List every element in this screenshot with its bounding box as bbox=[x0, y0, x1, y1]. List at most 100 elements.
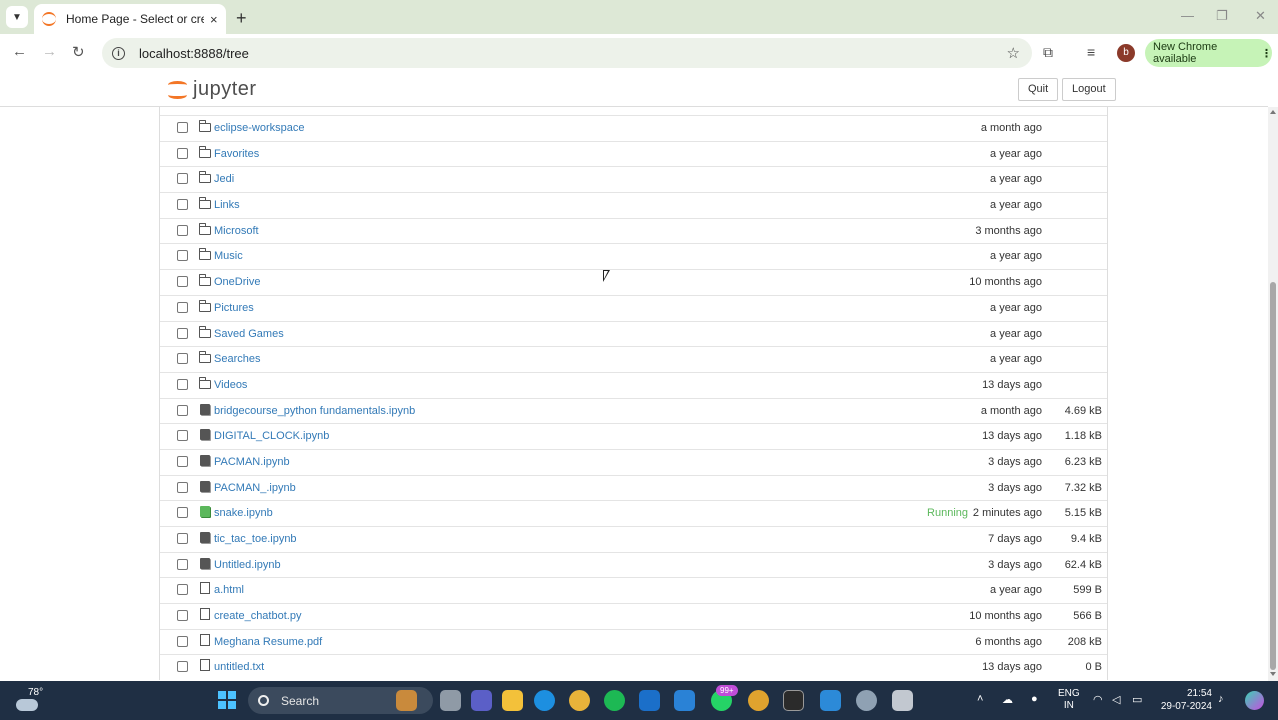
file-row[interactable]: Untitled.ipynb 3 days ago 62.4 kB bbox=[160, 551, 1107, 578]
file-row[interactable]: Meghana Resume.pdf 6 months ago 208 kB bbox=[160, 628, 1107, 655]
tab-search-button[interactable]: ▼ bbox=[6, 6, 28, 28]
select-checkbox[interactable] bbox=[177, 455, 188, 467]
logout-button[interactable]: Logout bbox=[1062, 78, 1116, 101]
file-name-link[interactable]: Jedi bbox=[214, 173, 234, 185]
page-scrollbar[interactable] bbox=[1268, 107, 1278, 681]
file-row[interactable]: Searches a year ago bbox=[160, 346, 1107, 372]
select-checkbox[interactable] bbox=[177, 661, 188, 673]
select-checkbox[interactable] bbox=[177, 584, 188, 596]
teams-icon[interactable] bbox=[471, 690, 492, 711]
file-row[interactable]: bridgecourse_python fundamentals.ipynb a … bbox=[160, 397, 1107, 424]
extensions-puzzle-icon[interactable]: ⧉ bbox=[1043, 44, 1053, 61]
select-checkbox[interactable] bbox=[177, 147, 188, 159]
file-name-link[interactable]: untitled.txt bbox=[214, 661, 264, 673]
file-name-link[interactable]: PACMAN_.ipynb bbox=[214, 482, 296, 494]
active-tab[interactable]: Home Page - Select or create a × bbox=[34, 4, 226, 34]
vscode-icon[interactable] bbox=[820, 690, 841, 711]
file-row[interactable]: snake.ipynb Running 2 minutes ago 5.15 kB bbox=[160, 500, 1107, 526]
tab-close-icon[interactable]: × bbox=[210, 12, 218, 27]
site-info-icon[interactable]: i bbox=[112, 46, 125, 60]
select-checkbox[interactable] bbox=[177, 199, 188, 211]
microphone-icon[interactable]: ● bbox=[1031, 693, 1038, 705]
file-row[interactable]: untitled.txt 13 days ago 0 B bbox=[160, 654, 1107, 680]
profile-avatar[interactable]: b bbox=[1117, 44, 1135, 62]
select-checkbox[interactable] bbox=[177, 353, 188, 365]
file-name-link[interactable]: Videos bbox=[214, 379, 247, 391]
file-row[interactable]: Music a year ago bbox=[160, 243, 1107, 269]
bookmark-star-icon[interactable]: ☆ bbox=[1007, 44, 1020, 62]
chrome-update-button[interactable]: New Chrome available ⋮ bbox=[1145, 39, 1272, 67]
forward-arrow-icon[interactable]: → bbox=[42, 43, 57, 60]
copilot-icon[interactable] bbox=[1245, 691, 1264, 710]
select-checkbox[interactable] bbox=[177, 558, 188, 570]
file-name-link[interactable]: bridgecourse_python fundamentals.ipynb bbox=[214, 405, 415, 417]
volume-icon[interactable]: ◁ bbox=[1112, 693, 1120, 706]
file-row[interactable]: a.html a year ago 599 B bbox=[160, 577, 1107, 603]
file-row[interactable]: tic_tac_toe.ipynb 7 days ago 9.4 kB bbox=[160, 526, 1107, 552]
file-explorer-icon[interactable] bbox=[502, 690, 523, 711]
file-row[interactable]: Saved Games a year ago bbox=[160, 320, 1107, 347]
file-name-link[interactable]: Untitled.ipynb bbox=[214, 559, 281, 571]
scrollbar-thumb[interactable] bbox=[1270, 282, 1276, 670]
language-indicator[interactable]: ENG IN bbox=[1058, 688, 1080, 712]
file-name-link[interactable]: DIGITAL_CLOCK.ipynb bbox=[214, 430, 329, 442]
select-checkbox[interactable] bbox=[177, 301, 188, 313]
snipping-tool-icon[interactable] bbox=[892, 690, 913, 711]
reload-icon[interactable]: ↻ bbox=[72, 43, 85, 61]
file-name-link[interactable]: eclipse-workspace bbox=[214, 122, 304, 134]
select-checkbox[interactable] bbox=[177, 276, 188, 288]
file-row[interactable]: PACMAN.ipynb 3 days ago 6.23 kB bbox=[160, 448, 1107, 475]
select-checkbox[interactable] bbox=[177, 404, 188, 416]
file-name-link[interactable]: a.html bbox=[214, 584, 244, 596]
select-checkbox[interactable] bbox=[177, 635, 188, 647]
select-checkbox[interactable] bbox=[177, 173, 188, 185]
select-checkbox[interactable] bbox=[177, 430, 188, 442]
notification-bell-icon[interactable]: ♪ bbox=[1218, 693, 1224, 705]
windows-start-icon[interactable] bbox=[218, 691, 236, 709]
select-checkbox[interactable] bbox=[177, 378, 188, 390]
file-name-link[interactable]: Links bbox=[214, 199, 240, 211]
spotify-icon[interactable] bbox=[604, 690, 625, 711]
select-checkbox[interactable] bbox=[177, 327, 188, 339]
system-clock[interactable]: 21:54 29-07-2024 bbox=[1158, 687, 1212, 713]
file-row[interactable]: OneDrive 10 months ago bbox=[160, 269, 1107, 295]
file-name-link[interactable]: Meghana Resume.pdf bbox=[214, 636, 322, 648]
file-row[interactable]: Microsoft 3 months ago bbox=[160, 217, 1107, 244]
back-arrow-icon[interactable]: ← bbox=[12, 43, 27, 60]
select-checkbox[interactable] bbox=[177, 481, 188, 493]
file-row[interactable]: DIGITAL_CLOCK.ipynb 13 days ago 1.18 kB bbox=[160, 423, 1107, 449]
close-window-button[interactable]: ✕ bbox=[1255, 8, 1266, 24]
file-row[interactable]: Favorites a year ago bbox=[160, 140, 1107, 167]
file-row[interactable]: create_chatbot.py 10 months ago 566 B bbox=[160, 603, 1107, 629]
url-text[interactable]: localhost:8888/tree bbox=[139, 46, 249, 61]
scroll-up-icon[interactable] bbox=[1270, 110, 1276, 114]
new-tab-button[interactable]: + bbox=[236, 8, 247, 29]
file-name-link[interactable]: Saved Games bbox=[214, 328, 284, 340]
file-row[interactable]: Videos 13 days ago bbox=[160, 371, 1107, 398]
select-checkbox[interactable] bbox=[177, 250, 188, 262]
select-checkbox[interactable] bbox=[177, 610, 188, 622]
kebab-menu-icon[interactable]: ⋮ bbox=[1261, 47, 1272, 60]
battery-icon[interactable]: ▭ bbox=[1132, 693, 1142, 706]
task-view-icon[interactable] bbox=[440, 690, 461, 711]
media-controls-icon[interactable]: ≡ bbox=[1087, 44, 1095, 60]
file-row[interactable]: Pictures a year ago bbox=[160, 294, 1107, 321]
settings-gear-icon[interactable] bbox=[856, 690, 877, 711]
file-row[interactable]: PACMAN_.ipynb 3 days ago 7.32 kB bbox=[160, 474, 1107, 501]
file-row[interactable]: Links a year ago bbox=[160, 192, 1107, 218]
file-name-link[interactable]: Music bbox=[214, 250, 243, 262]
wifi-icon[interactable]: ◠ bbox=[1093, 693, 1103, 706]
file-name-link[interactable]: Searches bbox=[214, 353, 260, 365]
chrome-icon[interactable] bbox=[569, 690, 590, 711]
select-checkbox[interactable] bbox=[177, 533, 188, 544]
file-name-link[interactable]: Microsoft bbox=[214, 225, 259, 237]
select-checkbox[interactable] bbox=[177, 507, 188, 519]
restore-button[interactable]: ❐ bbox=[1216, 8, 1228, 24]
chrome-profile-icon[interactable] bbox=[748, 690, 769, 711]
select-checkbox[interactable] bbox=[177, 224, 188, 236]
file-name-link[interactable]: create_chatbot.py bbox=[214, 610, 301, 622]
file-name-link[interactable]: OneDrive bbox=[214, 276, 260, 288]
file-row[interactable]: Jedi a year ago bbox=[160, 166, 1107, 192]
address-bar[interactable]: i localhost:8888/tree ☆ bbox=[102, 38, 1032, 68]
store-icon[interactable] bbox=[674, 690, 695, 711]
